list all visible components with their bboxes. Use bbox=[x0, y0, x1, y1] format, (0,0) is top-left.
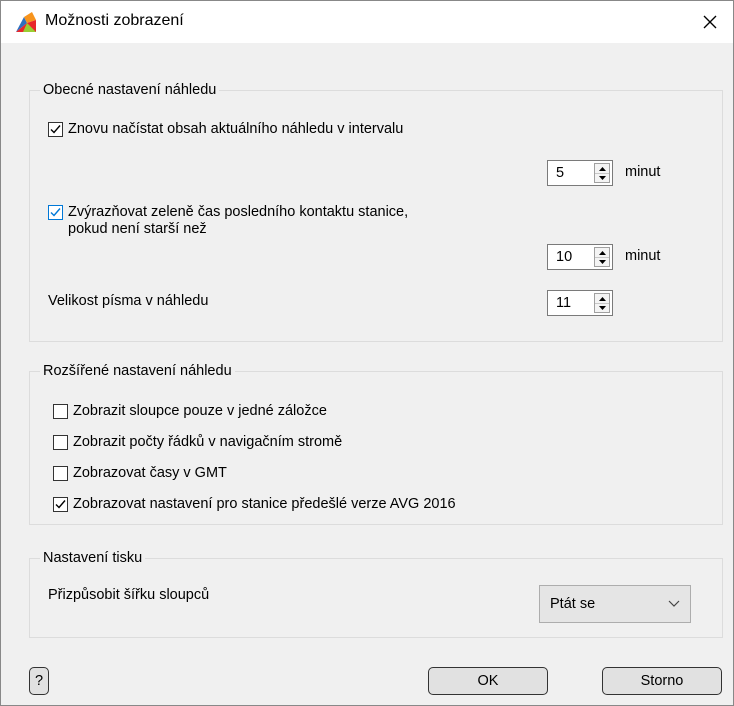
checkmark-icon bbox=[55, 499, 66, 509]
highlight-contact-spinner[interactable]: 10 bbox=[547, 244, 613, 270]
options-dialog: Možnosti zobrazení Obecné nastavení náhl… bbox=[0, 0, 734, 706]
reload-interval-label: Znovu načístat obsah aktuálního náhledu … bbox=[68, 121, 404, 137]
spinner-buttons bbox=[594, 163, 610, 183]
legacy-settings-label: Zobrazovat nastavení pro stanice předešl… bbox=[73, 496, 456, 512]
gmt-times-checkbox-row[interactable]: Zobrazovat časy v GMT bbox=[53, 464, 227, 482]
fit-columns-label: Přizpůsobit šířku sloupců bbox=[48, 587, 210, 603]
help-button[interactable]: ? bbox=[29, 667, 49, 695]
columns-single-tab-label: Zobrazit sloupce pouze v jedné záložce bbox=[73, 403, 327, 419]
general-settings-legend: Obecné nastavení náhledu bbox=[40, 81, 220, 99]
row-counts-label: Zobrazit počty řádků v navigačním stromě bbox=[73, 434, 343, 450]
font-size-spinner[interactable]: 11 bbox=[547, 290, 613, 316]
fit-columns-dropdown[interactable]: Ptát se bbox=[539, 585, 691, 623]
cancel-button[interactable]: Storno bbox=[602, 667, 722, 695]
spin-down-button[interactable] bbox=[595, 303, 609, 312]
close-icon bbox=[703, 15, 717, 29]
advanced-settings-legend: Rozšířené nastavení náhledu bbox=[40, 362, 235, 380]
reload-interval-value[interactable]: 5 bbox=[556, 165, 564, 181]
highlight-contact-unit: minut bbox=[625, 248, 661, 264]
arrow-down-icon bbox=[598, 259, 606, 264]
font-size-value[interactable]: 11 bbox=[556, 295, 571, 311]
ok-button[interactable]: OK bbox=[428, 667, 548, 695]
close-button[interactable] bbox=[687, 1, 733, 43]
highlight-contact-checkbox-row[interactable]: Zvýrazňovat zeleně čas posledního kontak… bbox=[48, 203, 408, 221]
avg-logo-icon bbox=[16, 12, 36, 32]
legacy-settings-checkbox-row[interactable]: Zobrazovat nastavení pro stanice předešl… bbox=[53, 495, 456, 513]
arrow-up-icon bbox=[598, 250, 606, 255]
gmt-times-checkbox[interactable] bbox=[53, 465, 68, 481]
reload-interval-checkbox[interactable] bbox=[48, 121, 63, 137]
row-counts-checkbox[interactable] bbox=[53, 434, 68, 450]
font-size-label: Velikost písma v náhledu bbox=[48, 293, 209, 309]
fit-columns-selected: Ptát se bbox=[550, 596, 596, 612]
title-bar: Možnosti zobrazení bbox=[1, 1, 733, 43]
reload-interval-unit: minut bbox=[625, 164, 661, 180]
spin-down-button[interactable] bbox=[595, 173, 609, 182]
chevron-down-icon bbox=[668, 600, 680, 607]
arrow-up-icon bbox=[598, 166, 606, 171]
ok-button-label: OK bbox=[477, 673, 499, 689]
legacy-settings-checkbox[interactable] bbox=[53, 496, 68, 512]
checkmark-icon bbox=[50, 207, 61, 217]
spinner-buttons bbox=[594, 293, 610, 313]
reload-interval-checkbox-row[interactable]: Znovu načístat obsah aktuálního náhledu … bbox=[48, 120, 403, 138]
print-settings-legend: Nastavení tisku bbox=[40, 549, 146, 567]
columns-single-tab-checkbox-row[interactable]: Zobrazit sloupce pouze v jedné záložce bbox=[53, 402, 327, 420]
dialog-title: Možnosti zobrazení bbox=[45, 12, 184, 29]
highlight-contact-label-line1: Zvýrazňovat zeleně čas posledního kontak… bbox=[68, 204, 409, 220]
highlight-contact-checkbox[interactable] bbox=[48, 204, 63, 220]
row-counts-checkbox-row[interactable]: Zobrazit počty řádků v navigačním stromě bbox=[53, 433, 342, 451]
arrow-down-icon bbox=[598, 175, 606, 180]
checkmark-icon bbox=[50, 124, 61, 134]
spinner-buttons bbox=[594, 247, 610, 267]
help-button-label: ? bbox=[34, 673, 44, 689]
gmt-times-label: Zobrazovat časy v GMT bbox=[73, 465, 227, 481]
highlight-contact-label-line2: pokud není starší než bbox=[68, 221, 207, 237]
arrow-up-icon bbox=[598, 296, 606, 301]
arrow-down-icon bbox=[598, 305, 606, 310]
reload-interval-spinner[interactable]: 5 bbox=[547, 160, 613, 186]
spin-down-button[interactable] bbox=[595, 257, 609, 266]
cancel-button-label: Storno bbox=[640, 673, 684, 689]
highlight-contact-value[interactable]: 10 bbox=[556, 249, 572, 265]
columns-single-tab-checkbox[interactable] bbox=[53, 403, 68, 419]
